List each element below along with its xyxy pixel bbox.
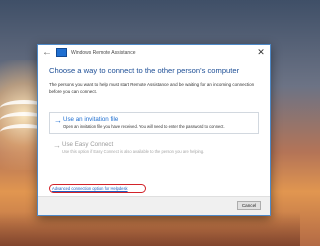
- page-heading: Choose a way to connect to the other per…: [49, 66, 240, 75]
- option-description: Use this option if Easy Connect is also …: [62, 149, 205, 154]
- easy-connect-option: → Use Easy Connect Use this option if Ea…: [49, 138, 259, 160]
- option-description: Open an invitation file you have receive…: [63, 124, 225, 129]
- option-body: Use an invitation file Open an invitatio…: [63, 116, 254, 130]
- arrow-right-icon: →: [53, 141, 61, 150]
- back-arrow-icon[interactable]: ←: [40, 45, 54, 60]
- remote-assistance-dialog: ← Windows Remote Assistance ✕ Choose a w…: [37, 44, 271, 216]
- remote-assistance-app-icon: [56, 48, 67, 57]
- dialog-content: Choose a way to connect to the other per…: [49, 66, 259, 154]
- title-bar: ← Windows Remote Assistance ✕: [38, 45, 270, 60]
- option-body: Use Easy Connect Use this option if Easy…: [62, 141, 255, 157]
- window-title: Windows Remote Assistance: [71, 49, 136, 56]
- desktop-wallpaper-ground: [0, 212, 300, 246]
- option-title: Use an invitation file: [63, 116, 119, 123]
- invitation-file-option[interactable]: → Use an invitation file Open an invitat…: [49, 112, 259, 134]
- arrow-right-icon: →: [54, 116, 62, 125]
- advanced-connection-link[interactable]: Advanced connection option for Helpdesk: [52, 186, 128, 191]
- cancel-button[interactable]: Cancel: [237, 201, 261, 210]
- page-description: The persons you want to help must start …: [49, 82, 255, 94]
- dialog-footer: Cancel: [38, 196, 270, 215]
- option-title: Use Easy Connect: [62, 141, 114, 148]
- close-icon[interactable]: ✕: [252, 45, 270, 60]
